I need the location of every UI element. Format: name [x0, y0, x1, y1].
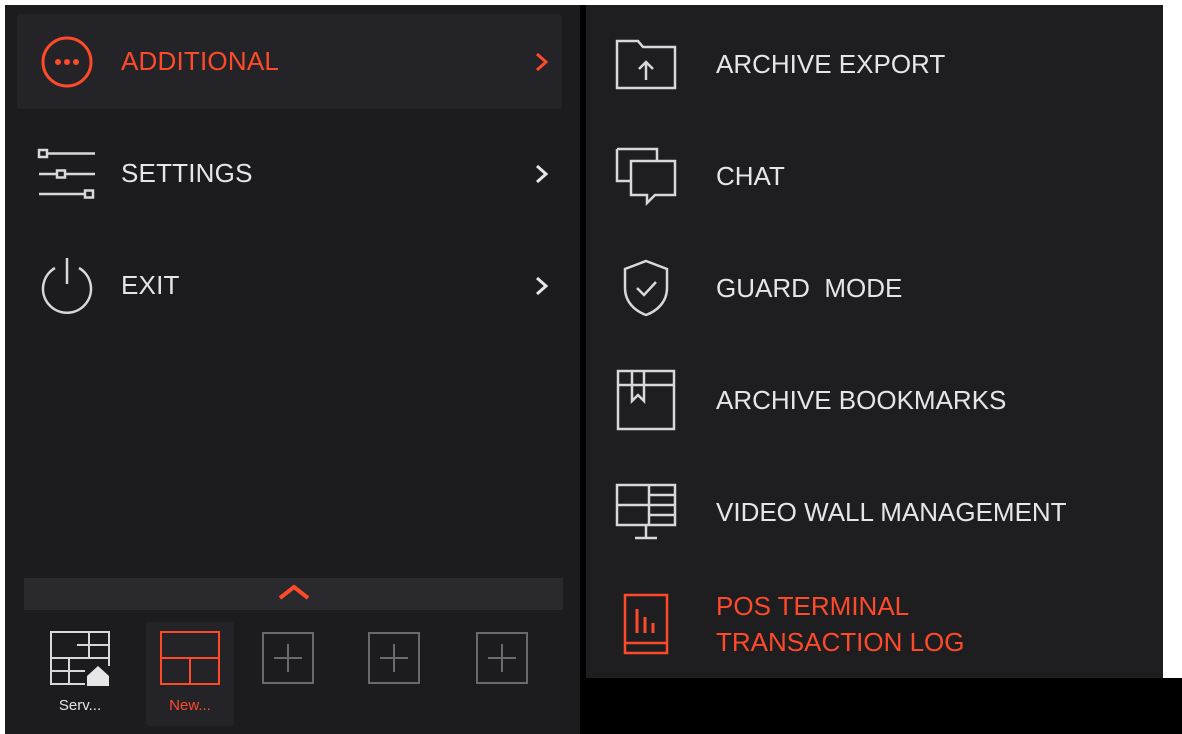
submenu-item-label: GUARD MODE: [716, 273, 903, 303]
menu-item-settings[interactable]: SETTINGS: [17, 126, 562, 221]
submenu-item-label: ARCHIVE EXPORT: [716, 49, 946, 79]
chat-icon: [606, 141, 686, 211]
menu-item-additional[interactable]: ADDITIONAL: [17, 14, 562, 109]
submenu-item-pos-log[interactable]: POS TERMINAL TRANSACTION LOG: [606, 574, 1146, 674]
grid-home-icon: [47, 628, 113, 695]
submenu-item-label: VIDEO WALL MANAGEMENT: [716, 497, 1067, 527]
plus-icon: [366, 630, 422, 691]
add-layout-button[interactable]: [364, 630, 424, 690]
background-area: [580, 678, 1182, 734]
sliders-icon: [27, 144, 107, 204]
folder-upload-icon: [606, 29, 686, 99]
label-line-1: POS TERMINAL: [716, 591, 910, 621]
submenu-item-label: CHAT: [716, 161, 785, 191]
collapse-layouts-button[interactable]: [24, 578, 563, 610]
chevron-up-icon: [277, 583, 311, 606]
bookmark-icon: [606, 365, 686, 435]
label-line-2: TRANSACTION LOG: [716, 627, 965, 657]
submenu-item-label: ARCHIVE BOOKMARKS: [716, 385, 1007, 415]
submenu-item-label: POS TERMINAL TRANSACTION LOG: [716, 588, 964, 660]
submenu-item-archive-bookmarks[interactable]: ARCHIVE BOOKMARKS: [606, 350, 1146, 450]
chevron-right-icon: [522, 275, 562, 297]
submenu-item-guard-mode[interactable]: GUARD MODE: [606, 238, 1146, 338]
shield-check-icon: [606, 253, 686, 323]
grid-layout-icon: [157, 628, 223, 695]
add-layout-button[interactable]: [258, 630, 318, 690]
submenu-item-video-wall[interactable]: VIDEO WALL MANAGEMENT: [606, 462, 1146, 562]
chevron-right-icon: [522, 163, 562, 185]
menu-item-exit[interactable]: EXIT: [17, 238, 562, 333]
layout-tab-server[interactable]: Serv...: [36, 622, 124, 726]
monitor-grid-icon: [606, 477, 686, 547]
power-icon: [27, 256, 107, 316]
menu-item-label: SETTINGS: [121, 158, 253, 188]
plus-icon: [474, 630, 530, 691]
chevron-right-icon: [522, 51, 562, 73]
layout-tab-caption: New...: [169, 697, 211, 714]
layout-tab-new[interactable]: New...: [146, 622, 234, 726]
receipt-chart-icon: [606, 589, 686, 659]
menu-item-label: ADDITIONAL: [121, 46, 280, 76]
submenu-item-chat[interactable]: CHAT: [606, 126, 1146, 226]
submenu-item-archive-export[interactable]: ARCHIVE EXPORT: [606, 14, 1146, 114]
plus-icon: [260, 630, 316, 691]
more-circle-icon: [27, 32, 107, 92]
add-layout-button[interactable]: [472, 630, 532, 690]
layout-tab-caption: Serv...: [58, 697, 102, 714]
menu-item-label: EXIT: [121, 270, 180, 300]
